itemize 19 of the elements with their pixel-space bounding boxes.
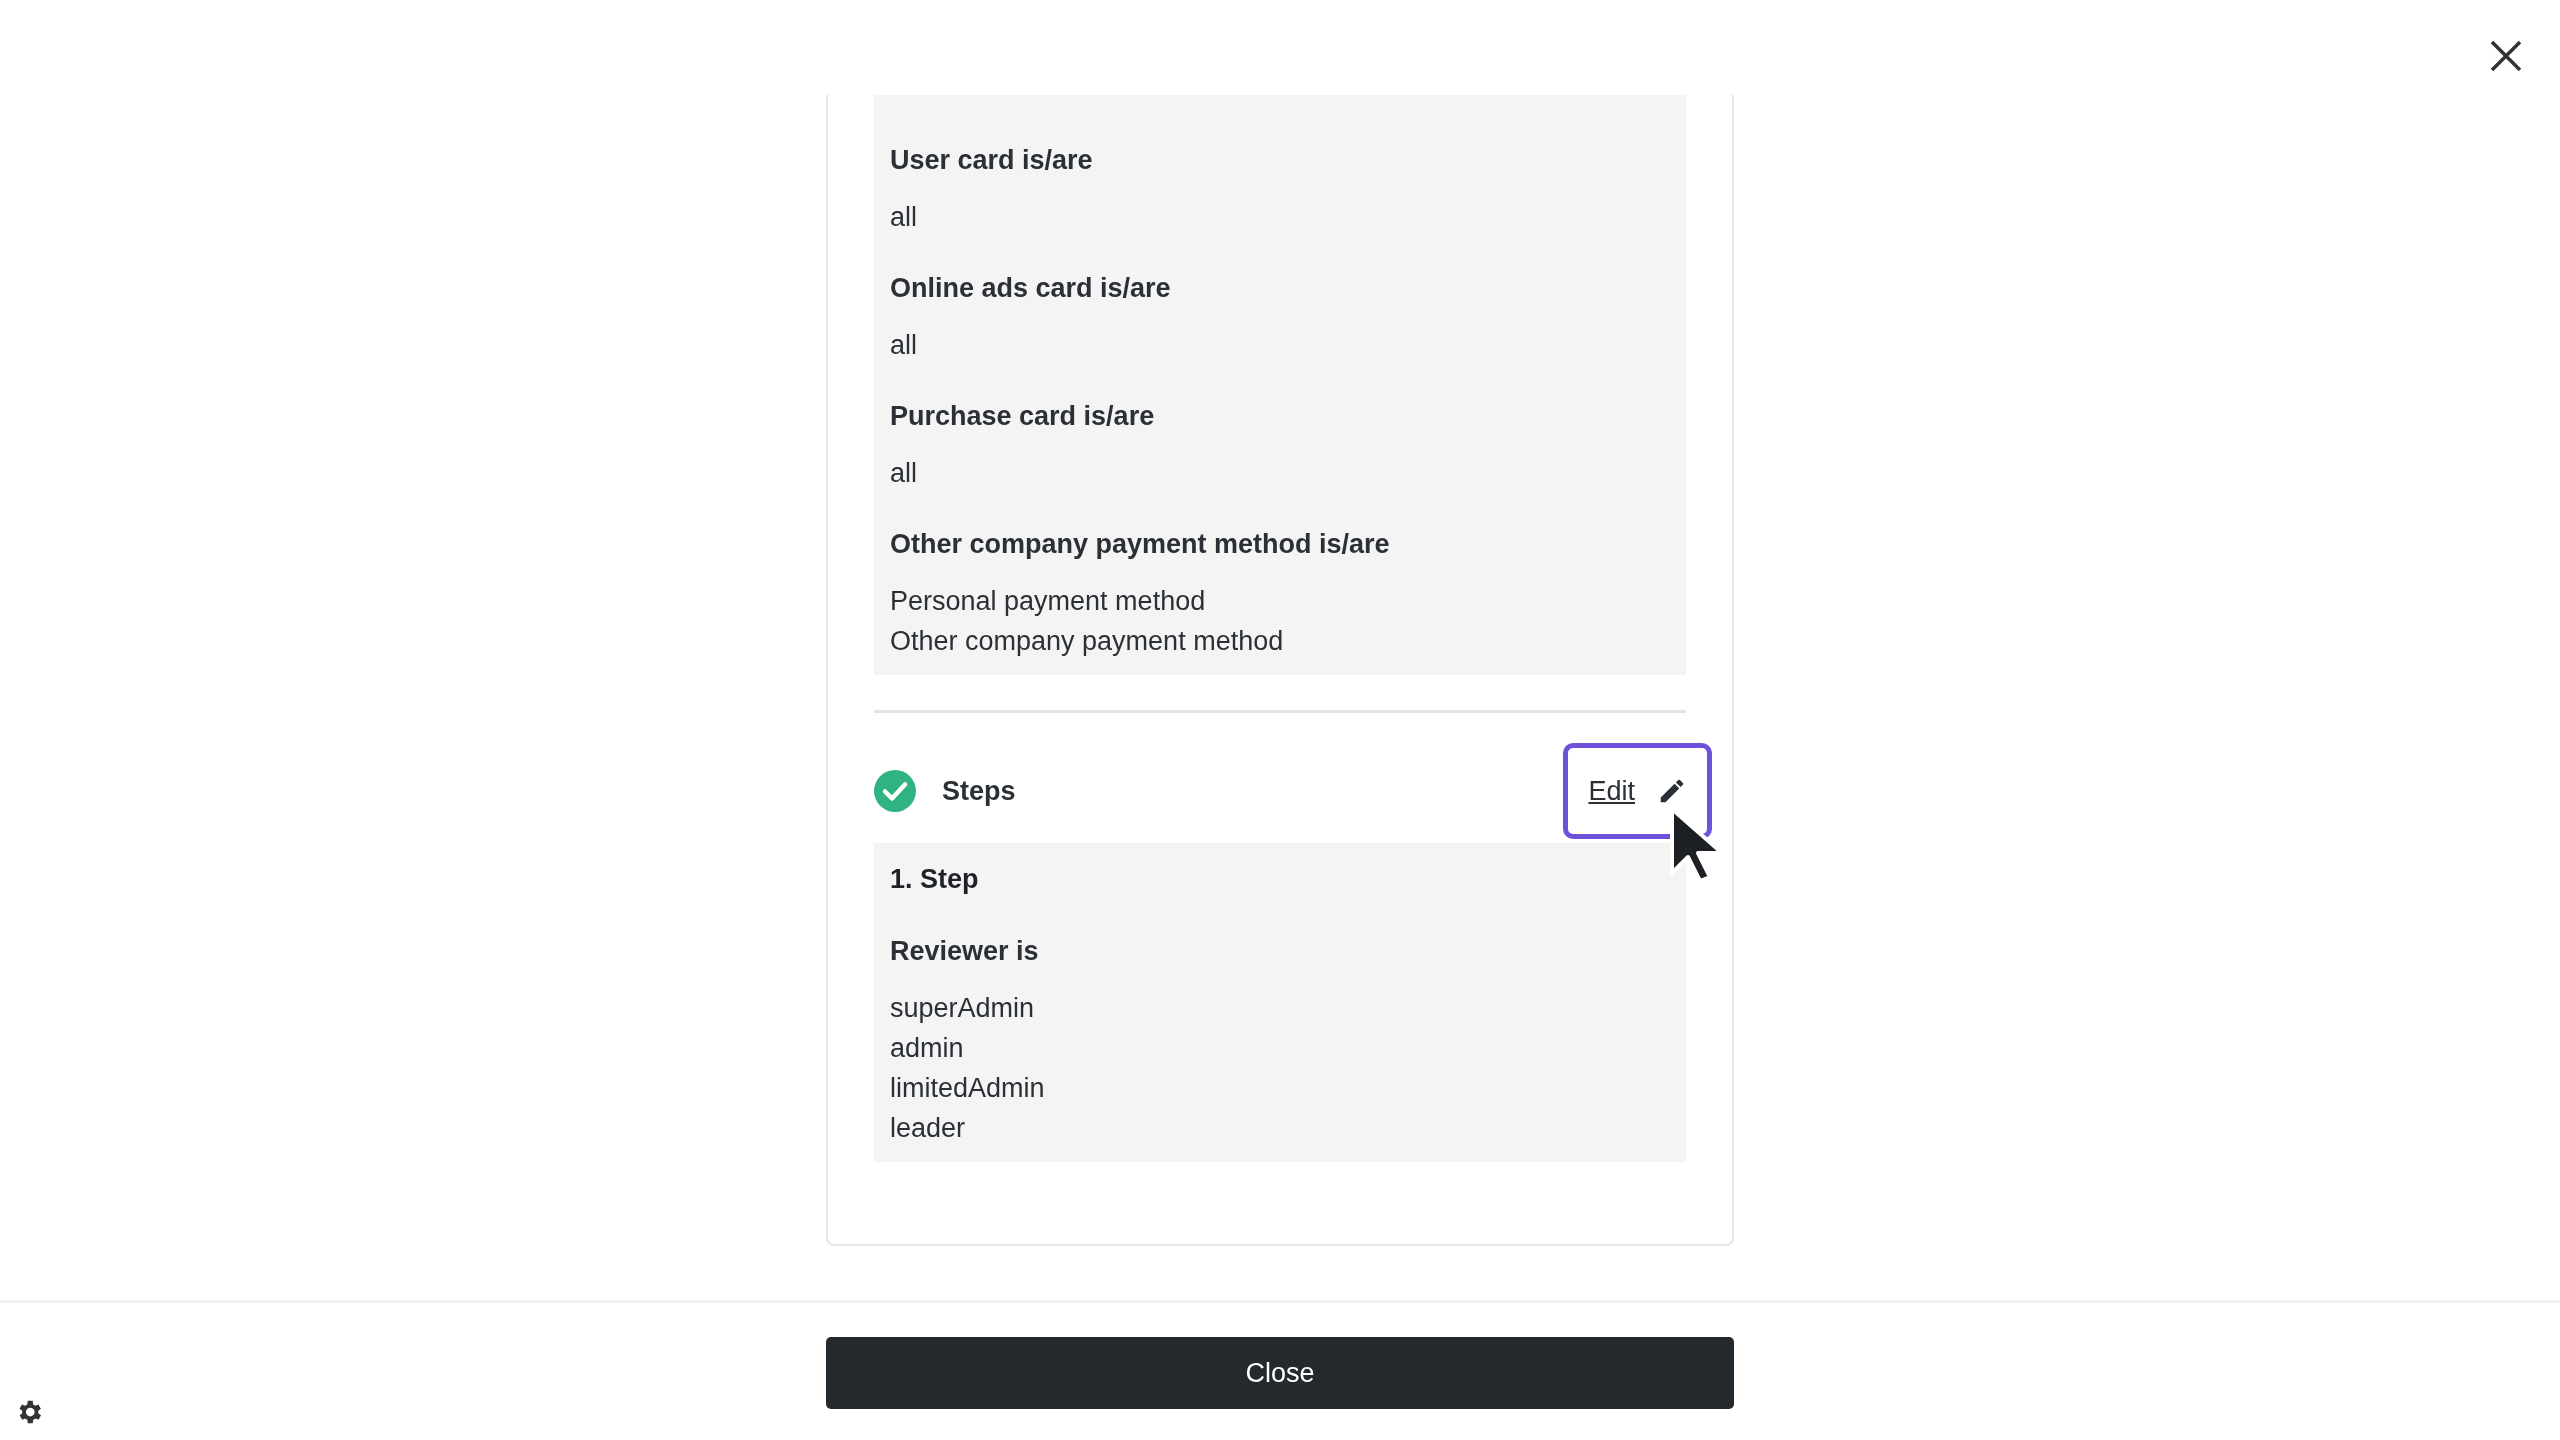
step-title: 1. Step bbox=[890, 863, 980, 896]
close-button[interactable]: Close bbox=[826, 1337, 1734, 1409]
edit-button[interactable]: Edit bbox=[1563, 743, 1712, 839]
field-label: User card is/are bbox=[890, 144, 1094, 177]
field-value: admin bbox=[890, 1032, 965, 1065]
field-label: Other company payment method is/are bbox=[890, 528, 1391, 561]
section-title: Steps bbox=[942, 775, 1017, 807]
field-value: all bbox=[890, 329, 918, 362]
field-value: Personal payment method bbox=[890, 585, 1207, 618]
close-icon[interactable] bbox=[2490, 40, 2522, 72]
field-label: Purchase card is/are bbox=[890, 400, 1156, 433]
field-value: Other company payment method bbox=[890, 625, 1285, 658]
field-label: Online ads card is/are bbox=[890, 272, 1172, 305]
field-label: Reviewer is bbox=[890, 935, 1040, 968]
field-value: leader bbox=[890, 1112, 967, 1145]
field-value: all bbox=[890, 457, 918, 490]
field-value: limitedAdmin bbox=[890, 1072, 1046, 1105]
field-value: superAdmin bbox=[890, 992, 1036, 1025]
field-value: all bbox=[890, 201, 918, 234]
